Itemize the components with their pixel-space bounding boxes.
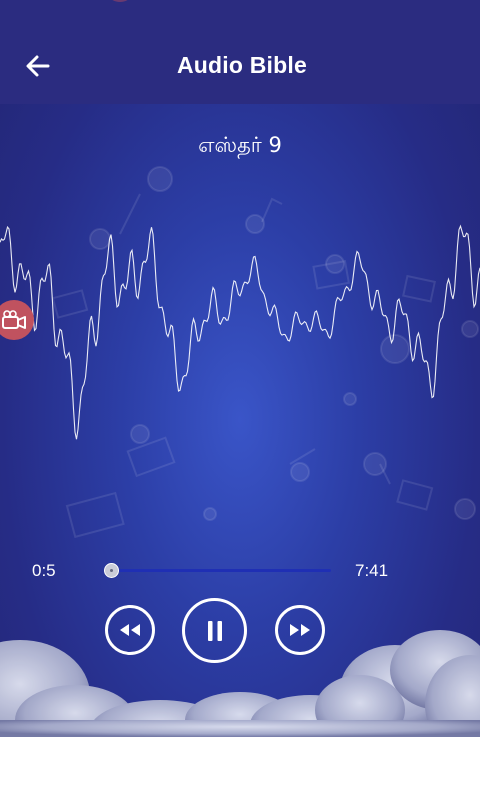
current-time: 0:5 xyxy=(32,561,56,580)
seek-bar[interactable] xyxy=(103,561,331,581)
page-title: Audio Bible xyxy=(177,52,307,78)
waveform-line xyxy=(0,224,480,440)
seek-thumb[interactable] xyxy=(104,563,120,578)
seek-track xyxy=(107,569,331,572)
total-time: 7:41 xyxy=(355,561,389,580)
video-camera-icon xyxy=(2,310,26,329)
app-bar: Audio Bible xyxy=(0,0,480,104)
clouds-decoration xyxy=(0,630,480,737)
status-indicator xyxy=(110,0,130,2)
chapter-title: எஸ்தர் 9 xyxy=(198,133,282,157)
audio-waveform xyxy=(0,224,480,440)
player-screen: Audio Bible எஸ்தர் 9 0:5 7:41 xyxy=(0,0,480,737)
